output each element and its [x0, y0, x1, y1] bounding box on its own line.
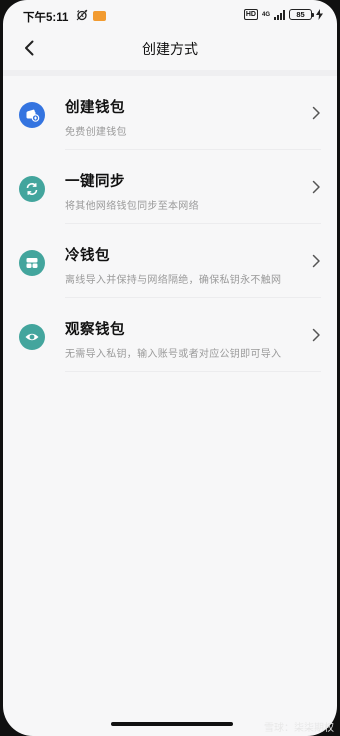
option-title: 观察钱包 — [65, 322, 125, 338]
sync-icon — [19, 176, 45, 202]
option-one-click-sync[interactable]: 一键同步 将其他网络钱包同步至本网络 — [3, 150, 337, 224]
option-title: 一键同步 — [65, 174, 125, 190]
status-bar: 下午5:11 HD 4G 85 — [3, 0, 337, 30]
chevron-right-icon — [312, 106, 320, 120]
wallet-plus-icon — [19, 102, 45, 128]
signal-icon — [274, 9, 285, 20]
charging-icon — [316, 9, 323, 20]
option-description: 免费创建钱包 — [65, 127, 127, 138]
option-create-wallet[interactable]: 创建钱包 免费创建钱包 — [3, 76, 337, 150]
nav-bar: 创建方式 — [3, 30, 337, 68]
option-title: 创建钱包 — [65, 100, 125, 116]
option-description: 无需导入私钥，输入账号或者对应公钥即可导入 — [65, 349, 282, 360]
chevron-right-icon — [312, 180, 320, 194]
alarm-icon — [76, 9, 88, 21]
home-indicator[interactable] — [111, 722, 233, 726]
status-time: 下午5:11 — [23, 12, 69, 24]
watermark-text: 雪球：柒柒期权 — [264, 723, 334, 734]
network-type: 4G — [261, 11, 270, 18]
option-title: 冷钱包 — [65, 248, 110, 264]
cold-wallet-icon — [19, 250, 45, 276]
battery-icon: 85 — [289, 9, 314, 20]
eye-icon — [19, 324, 45, 350]
creation-options-list: 创建钱包 免费创建钱包 一键同步 将其他网络钱包同步至本网络 冷钱包 离线导入并… — [3, 76, 337, 372]
page-title: 创建方式 — [142, 41, 198, 57]
status-left-icons — [76, 9, 106, 21]
status-right-icons: HD 4G 85 — [243, 9, 323, 20]
battery-level: 85 — [296, 10, 305, 19]
chevron-right-icon — [312, 254, 320, 268]
hd-badge: HD — [243, 9, 258, 20]
row-divider — [65, 371, 321, 372]
option-description: 离线导入并保持与网络隔绝，确保私钥永不触网 — [65, 275, 282, 286]
app-screen: 下午5:11 HD 4G 85 创建方式 创建钱包 免费创建钱包 一键同步 将其… — [3, 0, 337, 736]
option-cold-wallet[interactable]: 冷钱包 离线导入并保持与网络隔绝，确保私钥永不触网 — [3, 224, 337, 298]
option-watch-wallet[interactable]: 观察钱包 无需导入私钥，输入账号或者对应公钥即可导入 — [3, 298, 337, 372]
option-description: 将其他网络钱包同步至本网络 — [65, 201, 199, 212]
chevron-right-icon — [312, 328, 320, 342]
app-notification-icon — [93, 10, 106, 21]
